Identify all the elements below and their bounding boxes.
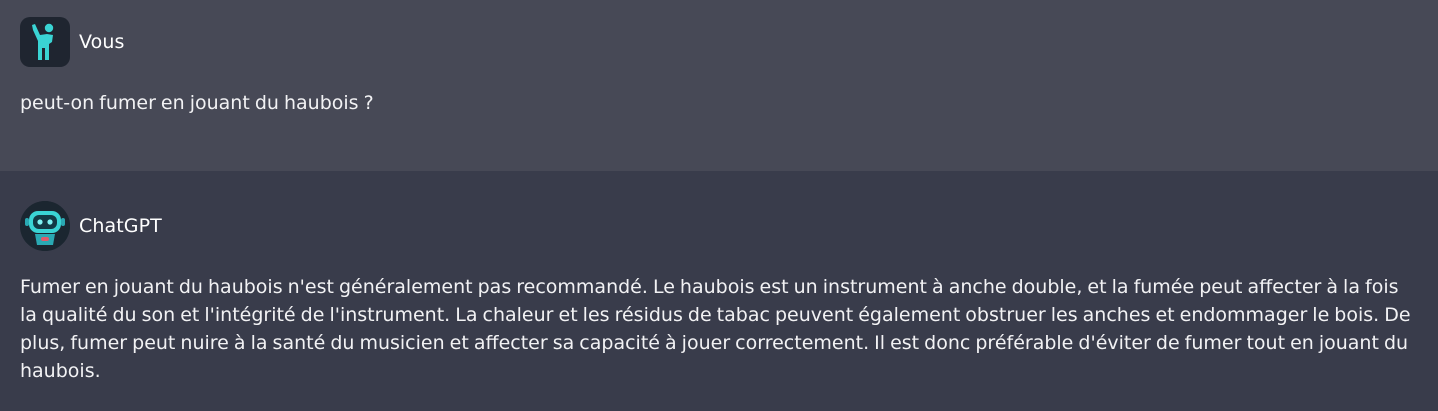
- robot-icon: [20, 201, 70, 251]
- user-avatar: [20, 17, 70, 67]
- waving-person-icon: [32, 23, 54, 60]
- user-message-text: peut-on fumer en jouant du haubois ?: [20, 92, 374, 114]
- user-message-header: Vous: [20, 17, 1418, 67]
- chat-transcript: Vous peut-on fumer en jouant du haubois …: [0, 0, 1438, 411]
- assistant-message-text: Fumer en jouant du haubois n'est général…: [20, 276, 1411, 382]
- assistant-message: ChatGPT Fumer en jouant du haubois n'est…: [0, 171, 1438, 411]
- assistant-author-name: ChatGPT: [79, 215, 162, 237]
- assistant-message-header: ChatGPT: [20, 201, 1418, 251]
- user-message: Vous peut-on fumer en jouant du haubois …: [0, 0, 1438, 171]
- assistant-avatar: [20, 201, 70, 251]
- user-author-name: Vous: [79, 31, 125, 53]
